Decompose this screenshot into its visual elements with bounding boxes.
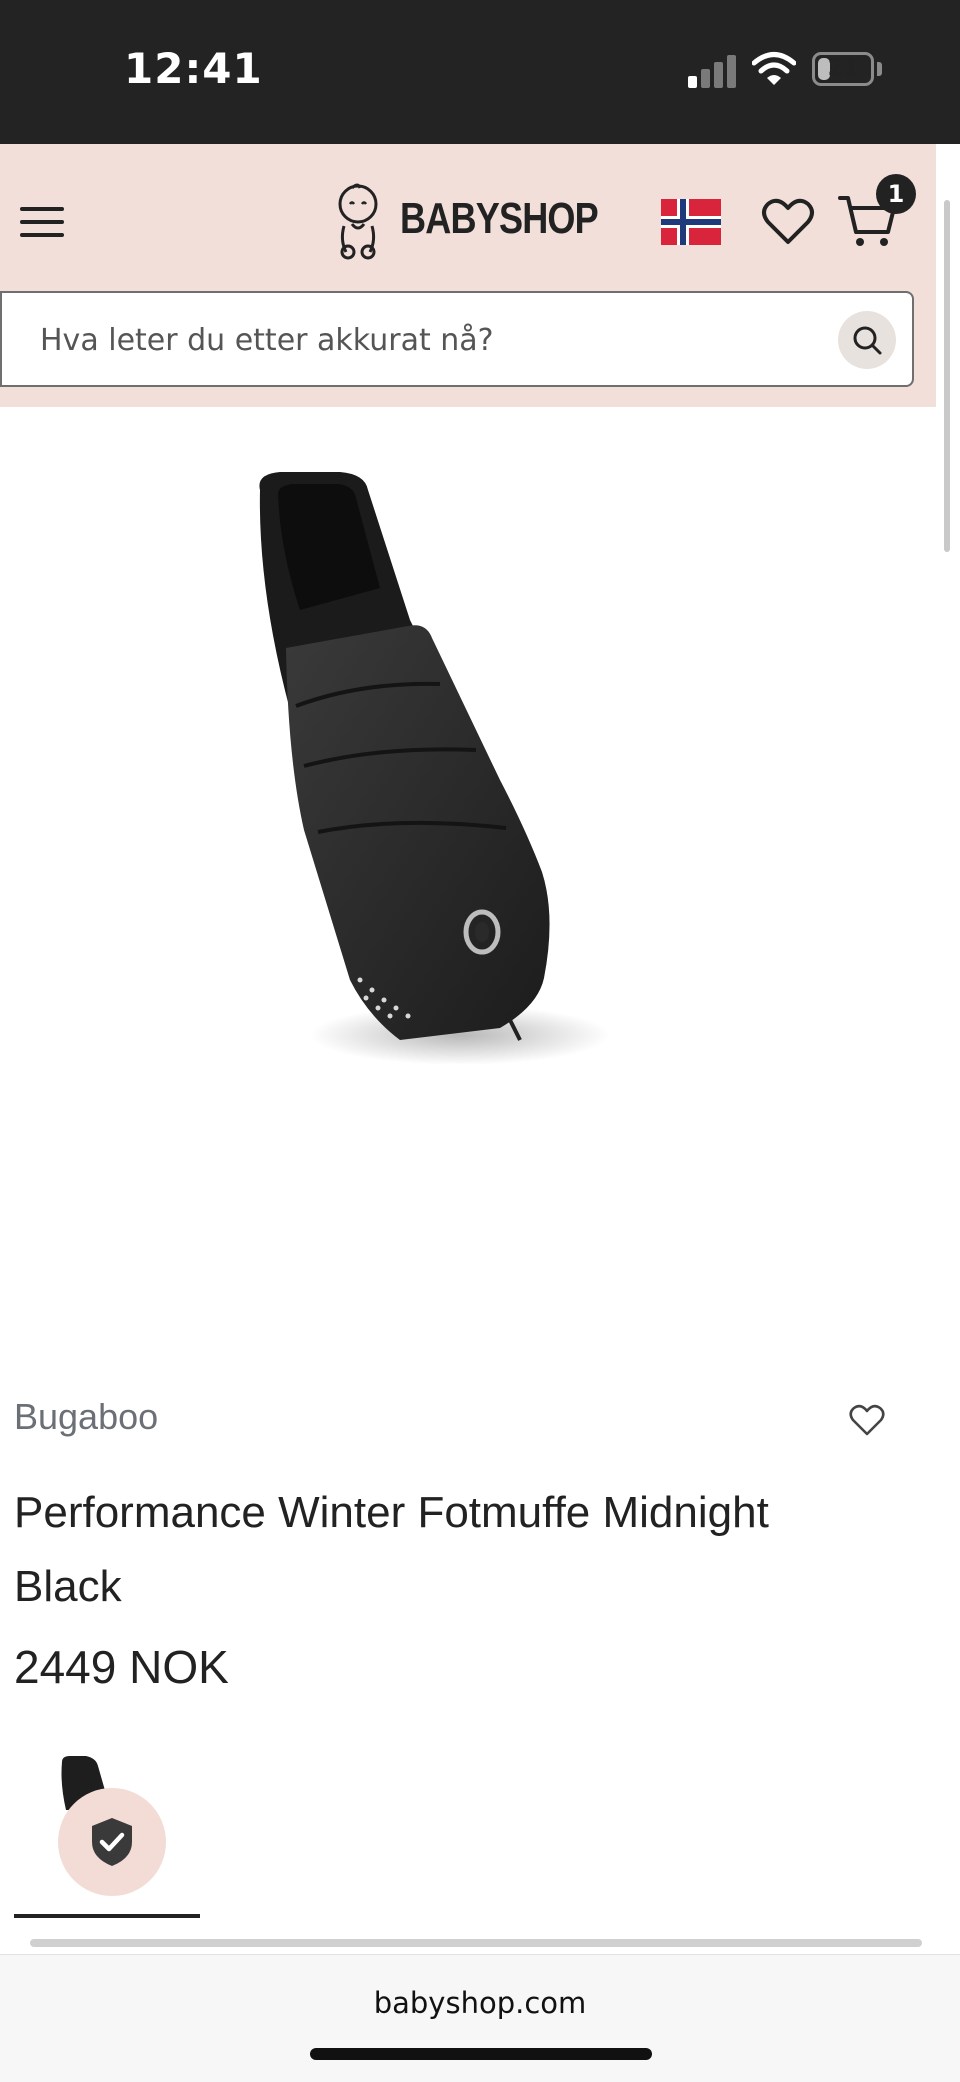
battery-nub (877, 62, 882, 76)
product-image[interactable] (200, 460, 680, 1100)
product-price: 2449 NOK (14, 1641, 229, 1693)
battery-percent: 21 (827, 56, 859, 81)
status-bar: 12:41 21 (0, 0, 960, 144)
menu-icon[interactable] (18, 202, 66, 242)
home-indicator[interactable] (310, 2048, 652, 2060)
search-input[interactable] (38, 317, 802, 363)
search-icon (853, 326, 882, 355)
trust-badge-button[interactable] (58, 1788, 166, 1896)
horizontal-scrollbar[interactable] (30, 1939, 922, 1947)
search-bar (0, 291, 914, 387)
wishlist-heart-icon[interactable] (760, 194, 816, 248)
product-title: Performance Winter Fotmuffe Midnight Bla… (14, 1488, 769, 1611)
shield-check-icon (92, 1818, 132, 1866)
browser-url[interactable]: babyshop.com (0, 1986, 960, 2020)
status-time: 12:41 (124, 44, 263, 93)
cellular-signal-icon (688, 54, 738, 88)
battery-icon: 21 (812, 52, 874, 86)
search-button[interactable] (838, 311, 896, 369)
wifi-icon (752, 52, 796, 85)
product-brand[interactable]: Bugaboo (14, 1396, 158, 1438)
selected-variant-indicator (14, 1914, 200, 1918)
cart-count-badge: 1 (876, 174, 916, 214)
page-scrollbar[interactable] (944, 200, 950, 552)
add-to-wishlist-icon[interactable] (848, 1402, 886, 1438)
site-logo[interactable]: BABYSHOP (400, 194, 599, 244)
baby-logo-icon (338, 183, 378, 260)
norway-flag-icon[interactable] (661, 199, 721, 245)
